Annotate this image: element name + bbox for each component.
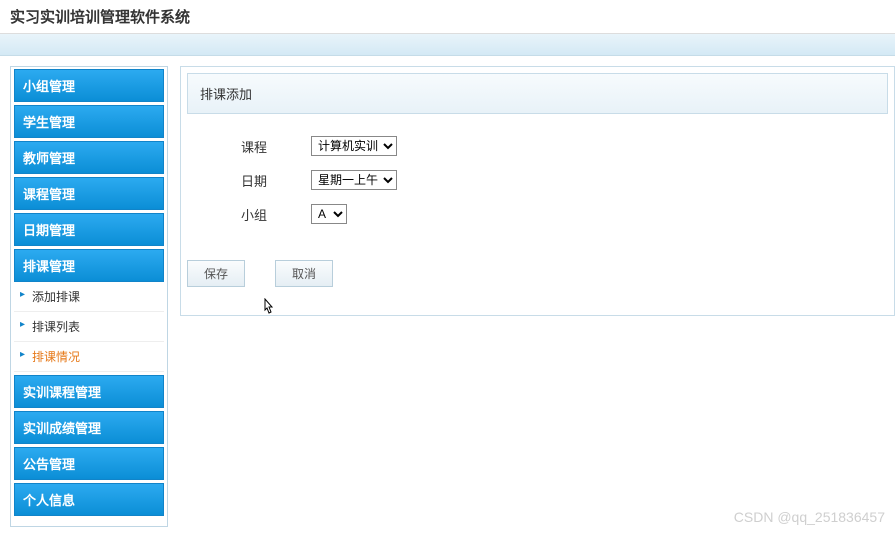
row-course: 课程 计算机实训: [241, 136, 834, 156]
cancel-button[interactable]: 取消: [275, 260, 333, 287]
subitem-schedule-list[interactable]: 排课列表: [14, 312, 164, 342]
label-group: 小组: [241, 205, 311, 224]
form-area: 课程 计算机实训 日期 星期一上午 小组 A: [181, 120, 894, 254]
watermark: CSDN @qq_251836457: [734, 509, 885, 525]
sidebar-item-student-mgmt[interactable]: 学生管理: [14, 105, 164, 138]
label-course: 课程: [241, 137, 311, 156]
sidebar-item-date-mgmt[interactable]: 日期管理: [14, 213, 164, 246]
main-panel: 排课添加 课程 计算机实训 日期 星期一上午 小组 A: [180, 66, 895, 316]
header-band: [0, 34, 895, 56]
subitem-add-schedule[interactable]: 添加排课: [14, 282, 164, 312]
sidebar-item-train-course-mgmt[interactable]: 实训课程管理: [14, 375, 164, 408]
sidebar-item-teacher-mgmt[interactable]: 教师管理: [14, 141, 164, 174]
button-row: 保存 取消: [187, 254, 894, 293]
row-date: 日期 星期一上午: [241, 170, 834, 190]
app-title: 实习实训培训管理软件系统: [0, 0, 895, 34]
sidebar-item-profile[interactable]: 个人信息: [14, 483, 164, 516]
label-date: 日期: [241, 171, 311, 190]
select-group[interactable]: A: [311, 204, 347, 224]
panel-title: 排课添加: [187, 73, 888, 114]
main-layout: 小组管理 学生管理 教师管理 课程管理 日期管理 排课管理 添加排课 排课列表 …: [0, 66, 895, 527]
sidebar-item-course-mgmt[interactable]: 课程管理: [14, 177, 164, 210]
subitem-schedule-status[interactable]: 排课情况: [14, 342, 164, 372]
sidebar: 小组管理 学生管理 教师管理 课程管理 日期管理 排课管理 添加排课 排课列表 …: [10, 66, 168, 527]
sidebar-item-group-mgmt[interactable]: 小组管理: [14, 69, 164, 102]
save-button[interactable]: 保存: [187, 260, 245, 287]
select-date[interactable]: 星期一上午: [311, 170, 397, 190]
sidebar-item-train-score-mgmt[interactable]: 实训成绩管理: [14, 411, 164, 444]
select-course[interactable]: 计算机实训: [311, 136, 397, 156]
sidebar-item-schedule-mgmt[interactable]: 排课管理: [14, 249, 164, 282]
row-group: 小组 A: [241, 204, 834, 224]
sidebar-item-notice-mgmt[interactable]: 公告管理: [14, 447, 164, 480]
